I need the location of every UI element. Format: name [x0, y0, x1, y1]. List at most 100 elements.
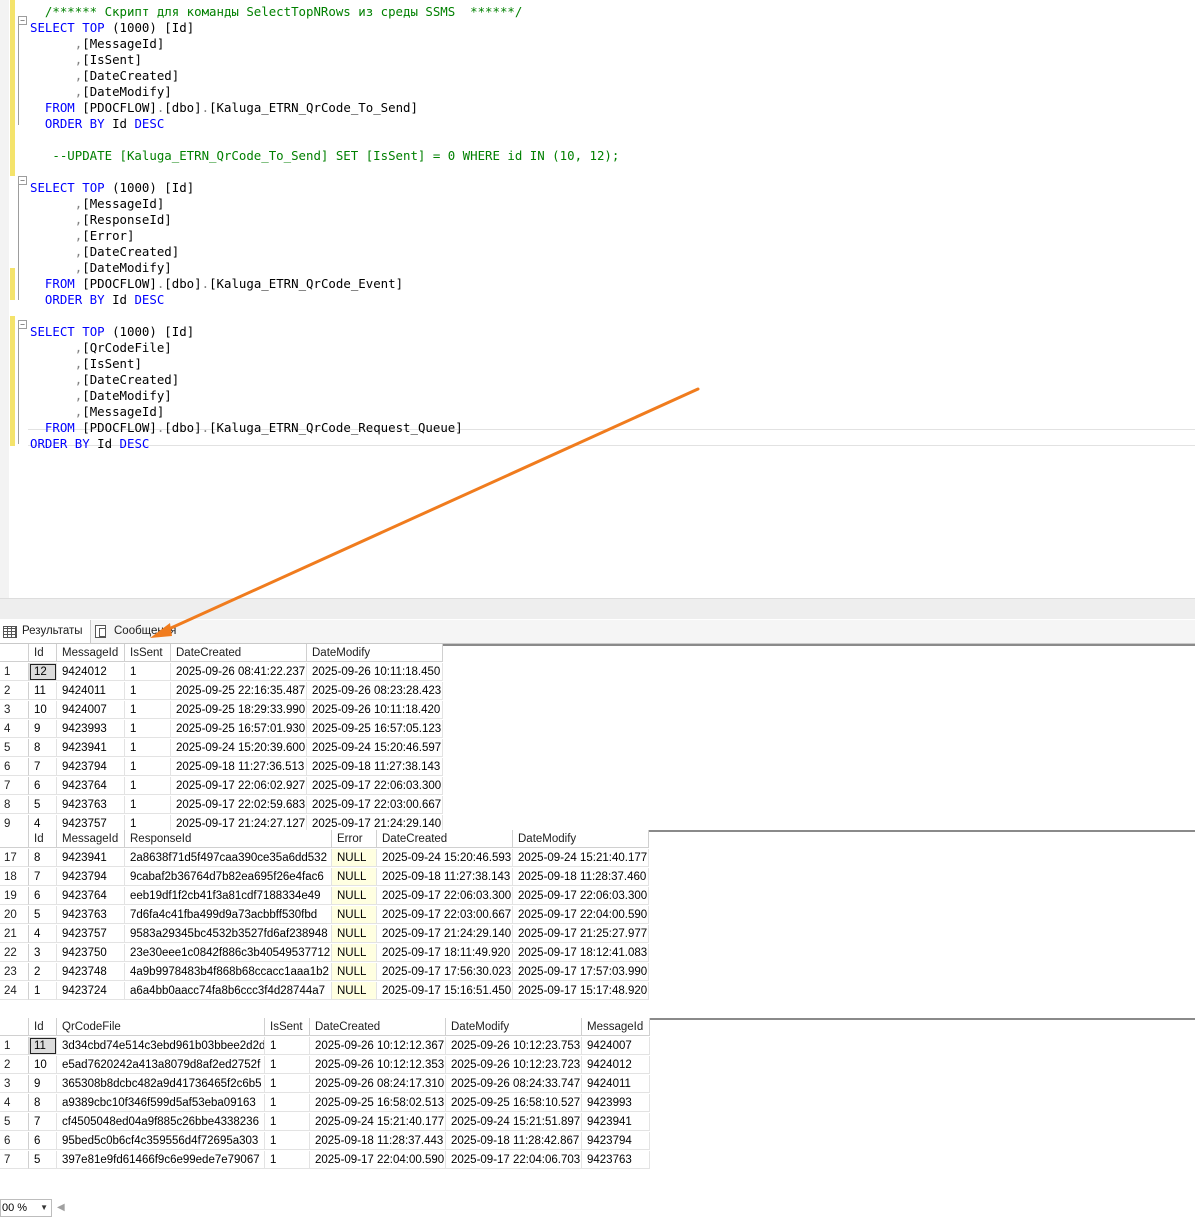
table-cell[interactable]: eeb19df1f2cb41f3a81cdf7188334e49: [125, 887, 332, 905]
column-header[interactable]: MessageId: [582, 1018, 650, 1036]
table-cell[interactable]: 9424011: [57, 682, 125, 700]
table-cell[interactable]: 9423794: [57, 758, 125, 776]
table-cell[interactable]: 2025-09-25 18:29:33.990: [171, 701, 307, 719]
table-cell[interactable]: 9423941: [57, 739, 125, 757]
table-cell[interactable]: 1: [125, 758, 171, 776]
column-header[interactable]: Error: [332, 830, 377, 848]
table-cell[interactable]: 2025-09-24 15:20:39.600: [171, 739, 307, 757]
row-number[interactable]: 1: [0, 663, 29, 681]
row-number[interactable]: 4: [0, 1094, 29, 1112]
row-number[interactable]: 6: [0, 758, 29, 776]
table-cell[interactable]: a6a4bb0aacc74fa8b6ccc3f4d28744a7: [125, 982, 332, 1000]
column-header[interactable]: ResponseId: [125, 830, 332, 848]
table-cell[interactable]: 2025-09-25 16:58:02.513: [310, 1094, 446, 1112]
table-cell[interactable]: 95bed5c0b6cf4c359556d4f72695a303: [57, 1132, 265, 1150]
table-cell[interactable]: 1: [265, 1151, 310, 1169]
table-cell[interactable]: 3d34cbd74e514c3ebd961b03bbee2d2d: [57, 1037, 265, 1055]
row-number[interactable]: 2: [0, 1056, 29, 1074]
column-header[interactable]: MessageId: [57, 830, 125, 848]
table-cell[interactable]: 9424012: [57, 663, 125, 681]
table-row[interactable]: 18 7 9423794 9cabaf2b36764d7b82ea695f26e4fa…: [0, 868, 1195, 887]
table-cell[interactable]: 2025-09-24 15:21:40.177: [513, 849, 649, 867]
table-cell[interactable]: 7: [29, 758, 57, 776]
table-cell[interactable]: 2025-09-18 11:27:38.143: [377, 868, 513, 886]
table-cell[interactable]: 1: [265, 1094, 310, 1112]
table-cell[interactable]: 9423794: [57, 868, 125, 886]
table-cell[interactable]: 2025-09-18 11:28:37.443: [310, 1132, 446, 1150]
table-cell[interactable]: 2025-09-17 15:17:48.920: [513, 982, 649, 1000]
table-row[interactable]: 4 9 9423993 1 2025-09-25 16:57:01.930 2025-09…: [0, 720, 1195, 739]
table-cell[interactable]: 1: [265, 1056, 310, 1074]
table-cell[interactable]: 7: [29, 1113, 57, 1131]
table-row[interactable]: 1 12 9424012 1 2025-09-26 08:41:22.237 2025-0…: [0, 663, 1195, 682]
table-cell[interactable]: NULL: [332, 982, 377, 1000]
row-number[interactable]: 23: [0, 963, 29, 981]
table-cell[interactable]: 9423763: [57, 906, 125, 924]
table-cell[interactable]: 9423764: [57, 887, 125, 905]
result-grid-3[interactable]: Id QrCodeFile IsSent DateCreated DateModify M…: [0, 1018, 1195, 1180]
table-row[interactable]: 8 5 9423763 1 2025-09-17 22:02:59.683 2025-09…: [0, 796, 1195, 815]
table-cell[interactable]: 2025-09-26 10:12:12.367: [310, 1037, 446, 1055]
table-cell[interactable]: 2025-09-18 11:27:38.143: [307, 758, 443, 776]
table-cell[interactable]: 9423757: [57, 815, 125, 830]
table-cell[interactable]: 2025-09-25 16:58:10.527: [446, 1094, 582, 1112]
row-number[interactable]: 7: [0, 1151, 29, 1169]
row-number[interactable]: 8: [0, 796, 29, 814]
table-cell[interactable]: 2025-09-17 21:24:29.140: [377, 925, 513, 943]
table-cell[interactable]: 2025-09-17 22:04:00.590: [513, 906, 649, 924]
table-cell[interactable]: 2025-09-17 21:24:27.127: [171, 815, 307, 830]
table-cell[interactable]: 7d6fa4c41fba499d9a73acbbff530fbd: [125, 906, 332, 924]
row-number[interactable]: 1: [0, 1037, 29, 1055]
table-row[interactable]: 6 6 95bed5c0b6cf4c359556d4f72695a303 1 2025-…: [0, 1132, 1195, 1151]
tab-results[interactable]: Результаты: [0, 620, 91, 643]
sql-editor[interactable]: − − − /****** Скрипт для команды SelectT…: [0, 0, 1195, 600]
table-cell[interactable]: 9423748: [57, 963, 125, 981]
table-cell[interactable]: 10: [29, 1056, 57, 1074]
table-cell[interactable]: 2: [29, 963, 57, 981]
table-cell[interactable]: 5: [29, 906, 57, 924]
row-number-header[interactable]: [0, 644, 29, 662]
table-row[interactable]: 20 5 9423763 7d6fa4c41fba499d9a73acbbff530f…: [0, 906, 1195, 925]
table-cell[interactable]: 4a9b9978483b4f868b68ccacc1aaa1b2: [125, 963, 332, 981]
table-cell[interactable]: 2025-09-18 11:28:42.867: [446, 1132, 582, 1150]
table-cell[interactable]: 2025-09-26 08:41:22.237: [171, 663, 307, 681]
table-cell[interactable]: 2025-09-18 11:28:37.460: [513, 868, 649, 886]
table-cell[interactable]: 9423763: [582, 1151, 650, 1169]
row-number[interactable]: 2: [0, 682, 29, 700]
column-header[interactable]: DateCreated: [171, 644, 307, 662]
table-cell[interactable]: 2025-09-24 15:20:46.597: [307, 739, 443, 757]
table-cell[interactable]: 365308b8dcbc482a9d41736465f2c6b5: [57, 1075, 265, 1093]
column-header[interactable]: Id: [29, 644, 57, 662]
row-number-header[interactable]: [0, 830, 29, 848]
table-cell[interactable]: 2025-09-17 21:24:29.140: [307, 815, 443, 830]
table-cell[interactable]: 9583a29345bc4532b3527fd6af238948: [125, 925, 332, 943]
table-cell[interactable]: 9424007: [582, 1037, 650, 1055]
table-cell[interactable]: 1: [125, 777, 171, 795]
column-header[interactable]: Id: [29, 1018, 57, 1036]
table-cell[interactable]: 4: [29, 815, 57, 830]
table-cell[interactable]: 9423941: [57, 849, 125, 867]
table-cell[interactable]: 9424012: [582, 1056, 650, 1074]
column-header[interactable]: DateCreated: [310, 1018, 446, 1036]
table-cell[interactable]: 9424011: [582, 1075, 650, 1093]
row-number[interactable]: 3: [0, 701, 29, 719]
table-cell[interactable]: NULL: [332, 944, 377, 962]
table-row[interactable]: 6 7 9423794 1 2025-09-18 11:27:36.513 2025-09…: [0, 758, 1195, 777]
table-cell[interactable]: 1: [125, 663, 171, 681]
table-cell[interactable]: 8: [29, 1094, 57, 1112]
table-cell[interactable]: 9423724: [57, 982, 125, 1000]
table-cell[interactable]: 2025-09-24 15:21:51.897: [446, 1113, 582, 1131]
row-number[interactable]: 17: [0, 849, 29, 867]
table-cell[interactable]: 2025-09-17 17:56:30.023: [377, 963, 513, 981]
table-cell[interactable]: 9423794: [582, 1132, 650, 1150]
table-cell[interactable]: 2025-09-25 16:57:05.123: [307, 720, 443, 738]
table-cell[interactable]: 1: [125, 815, 171, 830]
table-cell[interactable]: 23e30eee1c0842f886c3b40549537712: [125, 944, 332, 962]
column-header[interactable]: DateCreated: [377, 830, 513, 848]
table-cell[interactable]: 7: [29, 868, 57, 886]
table-cell[interactable]: a9389cbc10f346f599d5af53eba09163: [57, 1094, 265, 1112]
table-row[interactable]: 17 8 9423941 2a8638f71d5f497caa390ce35a6dd5…: [0, 849, 1195, 868]
table-cell[interactable]: 2025-09-26 10:12:12.353: [310, 1056, 446, 1074]
table-cell[interactable]: 2025-09-17 22:02:59.683: [171, 796, 307, 814]
table-cell[interactable]: 9423763: [57, 796, 125, 814]
